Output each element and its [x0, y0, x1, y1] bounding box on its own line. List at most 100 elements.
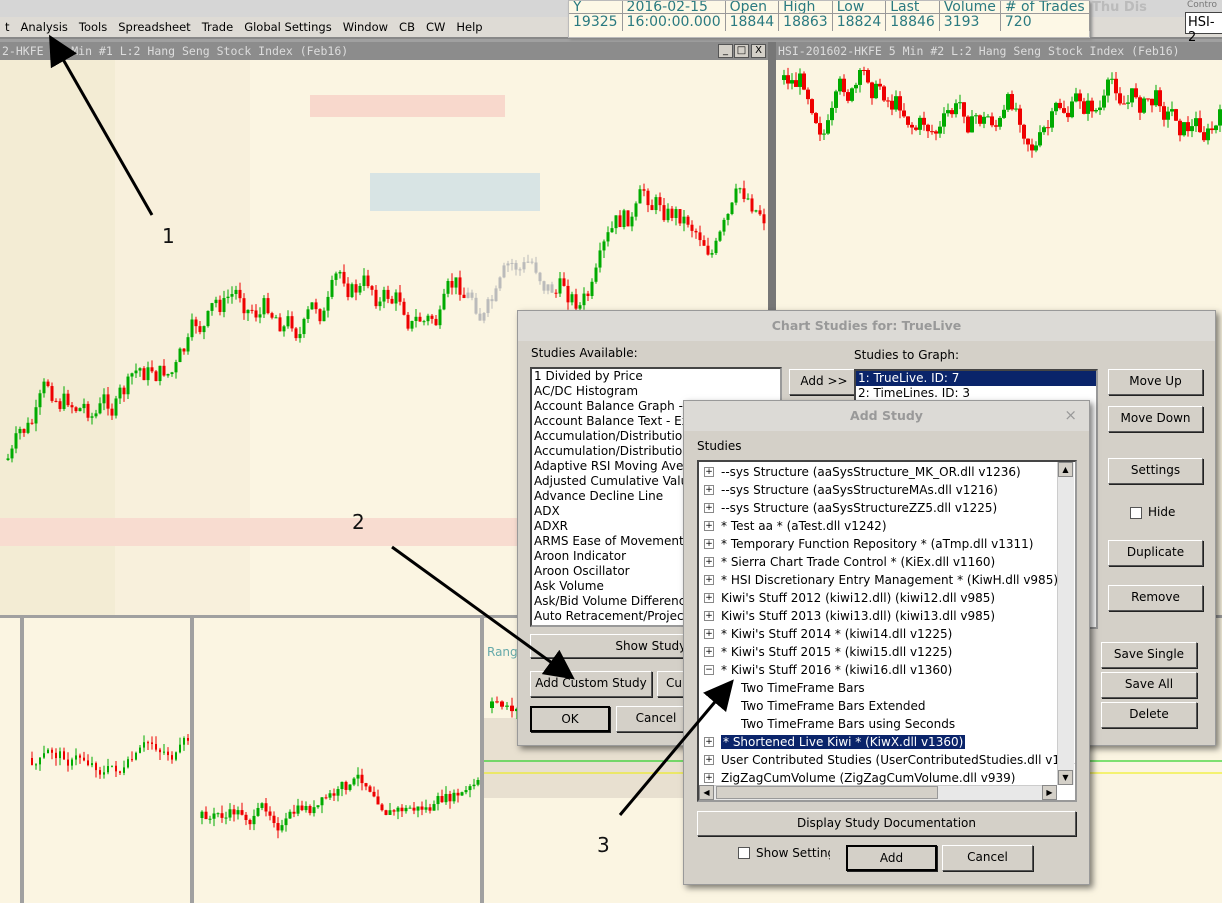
candle-body	[222, 298, 226, 312]
maximize-button[interactable]: □	[734, 44, 749, 58]
candle-body	[634, 203, 638, 217]
menu-item-cw[interactable]: CW	[426, 20, 445, 34]
tree-item[interactable]: + * HSI Discretionary Entry Management * …	[699, 571, 1075, 589]
menu-item-window[interactable]: Window	[343, 20, 388, 34]
chart2-title-bar[interactable]: HSI-201602-HKFE 5 Min #2 L:2 Hang Seng S…	[776, 42, 1222, 60]
candle-body	[570, 294, 574, 303]
expand-icon[interactable]: +	[704, 611, 714, 621]
horizontal-scroll-thumb[interactable]	[716, 786, 938, 799]
expand-icon[interactable]: +	[704, 575, 714, 585]
remove-button[interactable]: Remove	[1108, 585, 1203, 611]
symbol-input[interactable]: HSI-2	[1185, 12, 1222, 45]
candle-body	[626, 210, 630, 227]
chart3-area[interactable]	[0, 618, 20, 903]
expand-icon[interactable]: +	[704, 737, 714, 747]
add-button[interactable]: Add >>	[789, 369, 859, 395]
list-item[interactable]: 1 Divided by Price	[532, 369, 780, 384]
tree-item[interactable]: + User Contributed Studies (UserContribut…	[699, 751, 1075, 769]
scroll-up-icon[interactable]: ▲	[1058, 462, 1073, 477]
tree-item[interactable]: + * Kiwi's Stuff 2014 * (kiwi14.dll v1225…	[699, 625, 1075, 643]
candle-body	[114, 398, 118, 416]
tree-item[interactable]: + --sys Structure (aaSysStructureMAs.dll …	[699, 481, 1075, 499]
tree-item[interactable]: + Kiwi's Stuff 2012 (kiwi12.dll) (kiwi12.…	[699, 589, 1075, 607]
expand-icon[interactable]: +	[704, 485, 714, 495]
expand-icon[interactable]: +	[704, 467, 714, 477]
hide-checkbox[interactable]	[1130, 507, 1142, 519]
tree-item[interactable]: + * Test aa * (aTest.dll v1242)	[699, 517, 1075, 535]
tree-item[interactable]: Two TimeFrame Bars using Seconds	[699, 715, 1075, 733]
candle-body	[1126, 102, 1130, 104]
expand-icon[interactable]: +	[704, 539, 714, 549]
candle-body	[1018, 108, 1022, 125]
menu-item-t[interactable]: t	[5, 20, 10, 34]
candle-body	[206, 310, 210, 327]
minimize-button[interactable]: _	[718, 44, 733, 58]
move-up-button[interactable]: Move Up	[1108, 369, 1203, 395]
expand-icon[interactable]: +	[704, 647, 714, 657]
tree-item-label: Two TimeFrame Bars using Seconds	[741, 717, 956, 731]
ok-button[interactable]: OK	[530, 706, 610, 732]
expand-icon[interactable]: +	[704, 593, 714, 603]
move-down-button[interactable]: Move Down	[1108, 406, 1203, 432]
vertical-scrollbar[interactable]	[1057, 462, 1074, 785]
list-item[interactable]: 1: TrueLive. ID: 7	[856, 371, 1096, 386]
save-single-button[interactable]: Save Single	[1101, 642, 1197, 668]
list-item[interactable]: 2: TimeLines. ID: 3	[856, 386, 1096, 401]
tree-item-label: * Test aa * (aTest.dll v1242)	[721, 519, 887, 533]
expand-icon[interactable]: +	[704, 557, 714, 567]
scroll-right-icon[interactable]: ▶	[1042, 785, 1057, 800]
candle-body	[834, 91, 838, 108]
studies-tree[interactable]: + --sys Structure (aaSysStructure_MK_OR.d…	[697, 460, 1077, 802]
candle-body	[938, 126, 942, 134]
tree-item[interactable]: + --sys Structure (aaSysStructure_MK_OR.d…	[699, 463, 1075, 481]
quote-value: 720	[1000, 13, 1090, 31]
menu-item-spreadsheet[interactable]: Spreadsheet	[118, 20, 190, 34]
candle-body	[574, 294, 578, 309]
tree-item[interactable]: Two TimeFrame Bars Extended	[699, 697, 1075, 715]
list-item[interactable]: AC/DC Histogram	[532, 384, 780, 399]
show-settings-checkbox[interactable]	[738, 847, 750, 859]
tree-item[interactable]: + * Sierra Chart Trade Control * (KiEx.dl…	[699, 553, 1075, 571]
candle-body	[234, 289, 238, 295]
tree-item[interactable]: + Kiwi's Stuff 2013 (kiwi13.dll) (kiwi13.…	[699, 607, 1075, 625]
expand-icon[interactable]: +	[704, 521, 714, 531]
add-custom-study-button[interactable]: Add Custom Study	[530, 671, 652, 697]
tree-item[interactable]: + * Temporary Function Repository * (aTmp…	[699, 535, 1075, 553]
menu-item-global-settings[interactable]: Global Settings	[244, 20, 332, 34]
add-button[interactable]: Add	[846, 845, 937, 871]
duplicate-button[interactable]: Duplicate	[1108, 540, 1203, 566]
menu-item-analysis[interactable]: Analysis	[21, 20, 68, 34]
chart1-title-bar[interactable]: 2-HKFE 15 Min #1 L:2 Hang Seng Stock Ind…	[0, 42, 770, 60]
candle-body	[43, 753, 45, 758]
scroll-down-icon[interactable]: ▼	[1058, 770, 1073, 785]
tree-item[interactable]: + --sys Structure (aaSysStructureZZ5.dll …	[699, 499, 1075, 517]
menu-item-help[interactable]: Help	[456, 20, 482, 34]
chart5-area[interactable]	[194, 618, 480, 903]
tree-item[interactable]: Two TimeFrame Bars	[699, 679, 1075, 697]
candle-body	[374, 289, 378, 307]
expand-icon[interactable]: +	[704, 503, 714, 513]
cancel-button[interactable]: Cancel	[942, 845, 1033, 871]
candle-body	[746, 198, 750, 200]
menu-item-tools[interactable]: Tools	[79, 20, 107, 34]
scroll-left-icon[interactable]: ◀	[699, 785, 714, 800]
collapse-icon[interactable]: −	[704, 665, 714, 675]
tree-item[interactable]: + * Shortened Live Kiwi * (KiwX.dll v1360…	[699, 733, 1075, 751]
tree-item[interactable]: − * Kiwi's Stuff 2016 * (kiwi16.dll v1360…	[699, 661, 1075, 679]
candle-body	[346, 283, 350, 298]
expand-icon[interactable]: +	[704, 755, 714, 765]
display-study-documentation-button[interactable]: Display Study Documentation	[697, 811, 1076, 836]
candle-body	[1162, 106, 1166, 120]
menu-item-cb[interactable]: CB	[399, 20, 415, 34]
expand-icon[interactable]: +	[704, 629, 714, 639]
candle-body	[142, 368, 146, 381]
delete-button[interactable]: Delete	[1101, 702, 1197, 728]
chart4-area[interactable]	[24, 618, 190, 903]
menu-item-trade[interactable]: Trade	[202, 20, 234, 34]
close-icon[interactable]: ×	[1064, 406, 1077, 424]
save-all-button[interactable]: Save All	[1101, 672, 1197, 698]
expand-icon[interactable]: +	[704, 773, 714, 783]
settings-button[interactable]: Settings	[1108, 458, 1203, 484]
tree-item[interactable]: + * Kiwi's Stuff 2015 * (kiwi15.dll v1225…	[699, 643, 1075, 661]
close-button[interactable]: X	[751, 44, 766, 58]
